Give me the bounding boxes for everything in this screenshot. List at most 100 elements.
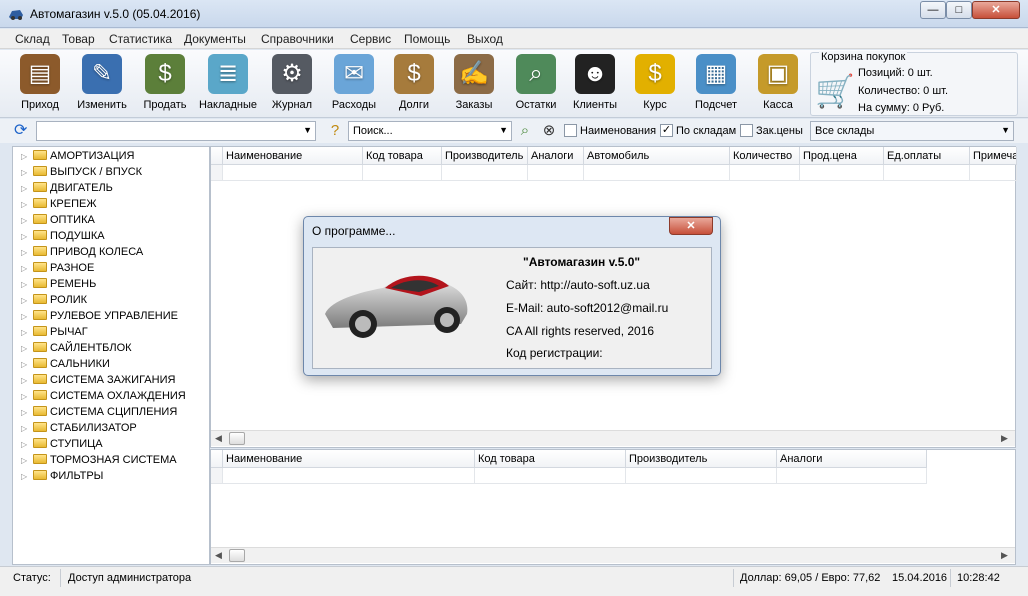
toolbar-button-4[interactable]: ⚙ Журнал [262, 52, 322, 116]
grid-cell[interactable] [730, 165, 800, 181]
grid-cell[interactable] [777, 468, 927, 484]
tree-item[interactable]: ▷ ФИЛЬТРЫ [21, 470, 103, 486]
tree-item[interactable]: ▷ ОПТИКА [21, 214, 95, 230]
toolbar-button-2[interactable]: $ Продать [135, 52, 195, 116]
menu-item-pomosch[interactable]: Помощь [404, 32, 450, 46]
scroll-right-icon[interactable]: ▶ [1001, 433, 1008, 444]
tree-item[interactable]: ▷ ПРИВОД КОЛЕСА [21, 246, 143, 262]
toolbar-button-6[interactable]: $ Долги [384, 52, 444, 116]
grid-cell[interactable] [970, 165, 1017, 181]
tree-item[interactable]: ▷ КРЕПЕЖ [21, 198, 96, 214]
column-header[interactable]: Наименование [223, 450, 475, 468]
column-header[interactable]: Аналоги [528, 147, 584, 165]
chevron-down-icon[interactable]: ▼ [303, 125, 312, 135]
tree-item[interactable]: ▷ ВЫПУСК / ВПУСК [21, 166, 142, 182]
expand-icon[interactable]: ▷ [21, 440, 31, 449]
expand-icon[interactable]: ▷ [21, 232, 31, 241]
column-header[interactable]: Количество [730, 147, 800, 165]
tree-item[interactable]: ▷ СТУПИЦА [21, 438, 103, 454]
column-header[interactable]: Прод.цена [800, 147, 884, 165]
menu-item-vyhod[interactable]: Выход [467, 32, 503, 46]
menu-item-statistika[interactable]: Статистика [109, 32, 172, 46]
toolbar-button-12[interactable]: ▣ Касса [748, 52, 808, 116]
column-header[interactable]: Ед.оплаты [884, 147, 970, 165]
refresh-icon[interactable]: ⟳ [14, 122, 32, 140]
grid-cell[interactable] [442, 165, 528, 181]
expand-icon[interactable]: ▷ [21, 296, 31, 305]
column-header[interactable]: Код товара [475, 450, 626, 468]
search-help-icon[interactable]: ? [325, 121, 345, 141]
tree-item[interactable]: ▷ САЙЛЕНТБЛОК [21, 342, 132, 358]
tree-item[interactable]: ▷ СИСТЕМА СЦИПЛЕНИЯ [21, 406, 177, 422]
scroll-thumb[interactable] [229, 549, 245, 562]
scroll-right-icon[interactable]: ▶ [1001, 550, 1008, 561]
grid-cell[interactable] [800, 165, 884, 181]
analogs-grid-hscroll[interactable]: ◀ ▶ [211, 547, 1015, 563]
expand-icon[interactable]: ▷ [21, 152, 31, 161]
row-indicator[interactable] [211, 165, 223, 181]
expand-icon[interactable]: ▷ [21, 312, 31, 321]
expand-icon[interactable]: ▷ [21, 360, 31, 369]
about-close-button[interactable]: ✕ [669, 217, 713, 235]
column-header[interactable]: Примеча [970, 147, 1017, 165]
toolbar-button-11[interactable]: ▦ Подсчет [686, 52, 746, 116]
store-select[interactable]: Все склады ▼ [810, 121, 1014, 141]
by-stores-checkbox[interactable]: ✓ [660, 124, 673, 137]
chevron-down-icon[interactable]: ▼ [1001, 125, 1010, 135]
expand-icon[interactable]: ▷ [21, 456, 31, 465]
grid-cell[interactable] [884, 165, 970, 181]
expand-icon[interactable]: ▷ [21, 392, 31, 401]
tree-item[interactable]: ▷ СИСТЕМА ЗАЖИГАНИЯ [21, 374, 175, 390]
expand-icon[interactable]: ▷ [21, 424, 31, 433]
column-header[interactable]: Наименование [223, 147, 363, 165]
scroll-left-icon[interactable]: ◀ [215, 550, 222, 561]
menu-item-tovar[interactable]: Товар [62, 32, 95, 46]
menu-item-sklad[interactable]: Склад [15, 32, 50, 46]
grid-cell[interactable] [223, 165, 363, 181]
tree-item[interactable]: ▷ СТАБИЛИЗАТОР [21, 422, 137, 438]
maximize-button[interactable]: □ [946, 1, 972, 19]
tree-item[interactable]: ▷ СИСТЕМА ОХЛАЖДЕНИЯ [21, 390, 186, 406]
expand-icon[interactable]: ▷ [21, 376, 31, 385]
category-tree[interactable]: ▷ АМОРТИЗАЦИЯ ▷ ВЫПУСК / ВПУСК ▷ ДВИГАТЕЛЬ ▷ КР… [12, 146, 210, 565]
expand-icon[interactable]: ▷ [21, 216, 31, 225]
expand-icon[interactable]: ▷ [21, 184, 31, 193]
toolbar-button-1[interactable]: ✎ Изменить [72, 52, 132, 116]
expand-icon[interactable]: ▷ [21, 344, 31, 353]
tree-item[interactable]: ▷ ПОДУШКА [21, 230, 105, 246]
grid-cell[interactable] [223, 468, 475, 484]
toolbar-button-3[interactable]: ≣ Накладные [198, 52, 258, 116]
chevron-down-icon[interactable]: ▼ [499, 125, 508, 135]
tree-item[interactable]: ▷ САЛЬНИКИ [21, 358, 110, 374]
purchase-prices-checkbox[interactable] [740, 124, 753, 137]
grid-cell[interactable] [363, 165, 442, 181]
scroll-thumb[interactable] [229, 432, 245, 445]
close-window-button[interactable]: ✕ [972, 1, 1020, 19]
toolbar-button-9[interactable]: ☻ Клиенты [565, 52, 625, 116]
names-checkbox[interactable] [564, 124, 577, 137]
tree-item[interactable]: ▷ РЕМЕНЬ [21, 278, 96, 294]
tree-item[interactable]: ▷ РЫЧАГ [21, 326, 88, 342]
search-icon[interactable]: ⌕ [515, 121, 535, 141]
scroll-left-icon[interactable]: ◀ [215, 433, 222, 444]
toolbar-button-0[interactable]: ▤ Приход [10, 52, 70, 116]
tree-item[interactable]: ▷ РОЛИК [21, 294, 87, 310]
menu-item-dokumenty[interactable]: Документы [184, 32, 246, 46]
minimize-button[interactable]: — [920, 1, 946, 19]
grid-cell[interactable] [584, 165, 730, 181]
expand-icon[interactable]: ▷ [21, 168, 31, 177]
tree-item[interactable]: ▷ АМОРТИЗАЦИЯ [21, 150, 135, 166]
column-header[interactable]: Код товара [363, 147, 442, 165]
grid-cell[interactable] [475, 468, 626, 484]
column-header[interactable]: Аналоги [777, 450, 927, 468]
expand-icon[interactable]: ▷ [21, 248, 31, 257]
expand-icon[interactable]: ▷ [21, 408, 31, 417]
expand-icon[interactable]: ▷ [21, 472, 31, 481]
column-header[interactable]: Автомобиль [584, 147, 730, 165]
toolbar-button-7[interactable]: ✍ Заказы [444, 52, 504, 116]
expand-icon[interactable]: ▷ [21, 264, 31, 273]
toolbar-button-5[interactable]: ✉ Расходы [324, 52, 384, 116]
expand-icon[interactable]: ▷ [21, 328, 31, 337]
tree-item[interactable]: ▷ ТОРМОЗНАЯ СИСТЕМА [21, 454, 177, 470]
grid-cell[interactable] [528, 165, 584, 181]
